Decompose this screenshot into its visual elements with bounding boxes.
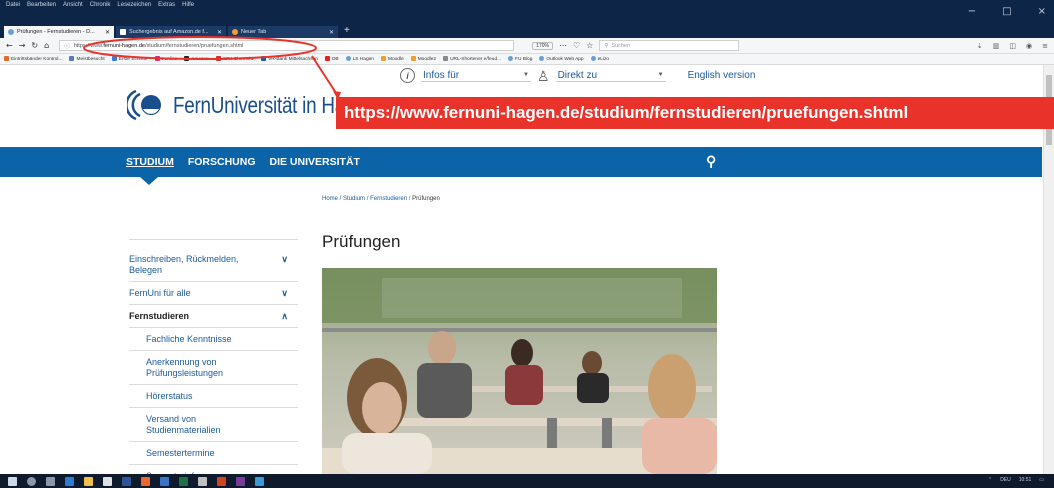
task-view-icon[interactable] bbox=[46, 476, 55, 486]
sidebar-item-label: Fernstudieren bbox=[129, 311, 190, 321]
sidebar-subitem-label: Fachliche Kenntnisse bbox=[146, 334, 232, 344]
windows-start-icon[interactable] bbox=[8, 476, 17, 486]
app-icon[interactable] bbox=[198, 476, 207, 486]
side-navigation: Einschreiben, Rückmelden, Belegen ∨ Fern… bbox=[129, 239, 298, 487]
sidebar-item-einschreiben[interactable]: Einschreiben, Rückmelden, Belegen ∨ bbox=[129, 239, 298, 281]
sidebar-subitem-label: Versand von Studienmaterialien bbox=[146, 414, 221, 435]
excel-icon[interactable] bbox=[179, 476, 188, 486]
callout-url-text: https://www.fernuni-hagen.de/studium/fer… bbox=[344, 103, 909, 122]
chevron-down-icon[interactable]: ∨ bbox=[281, 254, 288, 265]
breadcrumb-home[interactable]: Home bbox=[322, 196, 338, 202]
sidebar-item-label: Einschreiben, Rückmelden, Belegen bbox=[129, 254, 239, 275]
breadcrumb: Home / Studium / Fernstudieren / Prüfung… bbox=[322, 196, 440, 202]
url-highlight-ellipse bbox=[83, 36, 317, 60]
explorer-icon[interactable] bbox=[84, 476, 93, 486]
windows-taskbar: ⌃ DEU 10:51 ▭ bbox=[0, 474, 1054, 488]
url-callout: https://www.fernuni-hagen.de/studium/fer… bbox=[336, 97, 1054, 129]
edge-icon[interactable] bbox=[65, 476, 74, 486]
system-tray: ⌃ DEU 10:51 ▭ bbox=[988, 477, 1044, 483]
chevron-up-icon[interactable]: ∧ bbox=[281, 311, 288, 322]
word-icon[interactable] bbox=[122, 476, 131, 486]
outlook-icon[interactable] bbox=[160, 476, 169, 486]
sidebar-subitem-label: Hörerstatus bbox=[146, 391, 193, 401]
app-icon[interactable] bbox=[255, 476, 264, 486]
sidebar-subitem-label: Semestertermine bbox=[146, 448, 215, 458]
breadcrumb-current: Prüfungen bbox=[412, 196, 440, 202]
chevron-down-icon[interactable]: ∨ bbox=[281, 288, 288, 299]
sidebar-subitem-fachliche-kenntnisse[interactable]: Fachliche Kenntnisse bbox=[129, 327, 298, 350]
site-search-icon[interactable]: ⚲ bbox=[706, 153, 716, 170]
sidebar-item-fernstudieren[interactable]: Fernstudieren ∧ bbox=[129, 304, 298, 327]
callout-arrow-line bbox=[311, 55, 339, 97]
sidebar-item-fernuni-fuer-alle[interactable]: FernUni für alle ∨ bbox=[129, 281, 298, 304]
clock[interactable]: 10:51 bbox=[1019, 477, 1032, 483]
firefox-icon[interactable] bbox=[141, 476, 150, 486]
breadcrumb-fernstudieren[interactable]: Fernstudieren bbox=[370, 196, 407, 202]
main-navigation: STUDIUM FORSCHUNG DIE UNIVERSITÄT ⚲ bbox=[0, 147, 1042, 177]
nav-studium[interactable]: STUDIUM bbox=[126, 156, 174, 168]
input-language[interactable]: DEU bbox=[1000, 477, 1011, 483]
network-icon[interactable]: ⌃ bbox=[988, 477, 992, 483]
sidebar-subitem-semestertermine[interactable]: Semestertermine bbox=[129, 441, 298, 464]
notifications-icon[interactable]: ▭ bbox=[1039, 477, 1044, 483]
exam-hall-photo bbox=[322, 268, 717, 474]
sidebar-subitem-hoererstatus[interactable]: Hörerstatus bbox=[129, 384, 298, 407]
powerpoint-icon[interactable] bbox=[217, 476, 226, 486]
onenote-icon[interactable] bbox=[236, 476, 245, 486]
screen: Datei Bearbeiten Ansicht Chronik Lesezei… bbox=[0, 0, 1054, 488]
sidebar-subitem-versand[interactable]: Versand von Studienmaterialien bbox=[129, 407, 298, 441]
nav-forschung[interactable]: FORSCHUNG bbox=[188, 156, 256, 168]
active-nav-pointer bbox=[140, 177, 158, 185]
sidebar-item-label: FernUni für alle bbox=[129, 288, 191, 298]
sidebar-subitem-anerkennung[interactable]: Anerkennung von Prüfungsleistungen bbox=[129, 350, 298, 384]
breadcrumb-studium[interactable]: Studium bbox=[343, 196, 365, 202]
store-icon[interactable] bbox=[103, 476, 112, 486]
nav-universitaet[interactable]: DIE UNIVERSITÄT bbox=[270, 156, 360, 168]
search-icon[interactable] bbox=[27, 476, 36, 486]
page-title: Prüfungen bbox=[322, 232, 401, 251]
exam-hall-illustration bbox=[322, 268, 717, 474]
sidebar-subitem-label: Anerkennung von Prüfungsleistungen bbox=[146, 357, 224, 378]
